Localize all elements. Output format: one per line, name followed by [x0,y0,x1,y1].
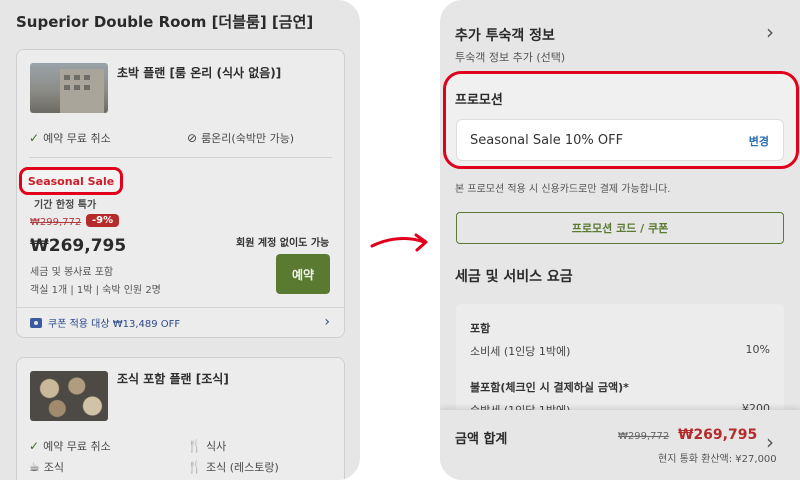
transition-arrow-icon [370,233,428,252]
feature-room-only: ⊘ 룸온리(숙박만 가능) [187,130,294,146]
feature-label: 예약 무료 취소 [43,132,111,145]
chevron-right-icon[interactable]: › [766,430,774,454]
fork-knife-icon: 🍴 [187,439,202,453]
tax-row-consumption: 소비세 (1인당 1박에) 10% [470,343,770,359]
total-price: ₩269,795 [678,427,758,443]
promo-code-coupon-button[interactable]: 프로모션 코드 / 쿠폰 [456,212,784,244]
plan-card-breakfast[interactable]: 조식 포함 플랜 [조식] ✓ 예약 무료 취소 🍴 식사 ☕ 조식 🍴 조식 … [16,357,345,480]
window-shape [74,85,80,90]
discounted-price: ₩269,795 [30,236,127,256]
change-promotion-link[interactable]: 변경 [749,133,769,149]
tax-included-heading: 포함 [470,322,491,335]
promotion-note: 본 프로모션 적용 시 신용카드로만 결제 가능합니다. [455,184,671,195]
screenshot-canvas: Superior Double Room [더블룸] [금연] 초박 플랜 [룸… [0,0,800,480]
coupon-eligible-row[interactable]: 쿠폰 적용 대상 ₩13,489 OFF › [17,307,344,337]
room-list-screen: Superior Double Room [더블룸] [금연] 초박 플랜 [룸… [0,0,360,480]
fork-knife-icon: 🍴 [187,460,202,474]
check-icon: ✓ [29,439,40,453]
promotion-value: Seasonal Sale 10% OFF [470,133,624,148]
divider [29,157,332,158]
coupon-icon [30,317,42,328]
no-account-note: 회원 계정 없이도 가능 [236,238,330,249]
feature-label: 조식 (레스토랑) [205,461,279,474]
total-original-price: ₩299,772 [618,431,670,442]
bread-icon: ☕ [29,460,40,474]
plan-title: 조식 포함 플랜 [조식] [117,372,229,386]
window-shape [84,75,90,80]
food-thumbnail [30,371,108,421]
chevron-right-icon[interactable]: › [766,20,774,44]
limited-offer-label: 기간 한정 특가 [34,200,97,211]
plan-title: 초박 플랜 [룸 온리 (식사 없음)] [117,66,282,80]
promotion-field[interactable]: Seasonal Sale 10% OFF 변경 [456,119,784,161]
coupon-text: 쿠폰 적용 대상 ₩13,489 OFF [48,319,181,330]
reserve-button[interactable]: 예약 [276,254,330,294]
extra-guest-title: 추가 투숙객 정보 [455,28,555,44]
total-label: 금액 합계 [455,432,508,447]
hotel-thumbnail [30,63,108,113]
booking-detail-screen: 추가 투숙객 정보 투숙객 정보 추가 (선택) › 프로모션 Seasonal… [440,0,800,480]
feature-label: 식사 [205,440,227,453]
feature-restaurant: 🍴 조식 (레스토랑) [187,459,279,475]
promotion-title: 프로모션 [455,93,503,108]
room-info: 객실 1개 | 1박 | 숙박 인원 2명 [30,285,161,296]
window-shape [64,85,70,90]
local-currency-amount: 현지 통화 환산액: ¥27,000 [658,454,777,465]
feature-free-cancel: ✓ 예약 무료 취소 [29,438,111,454]
feature-meal: 🍴 식사 [187,438,226,454]
tax-row-label: 소비세 (1인당 1박에) [470,345,571,358]
tax-panel: 포함 소비세 (1인당 1박에) 10% 불포함(체크인 시 결제하실 금액)*… [456,304,784,424]
feature-free-cancel: ✓ 예약 무료 취소 [29,130,111,146]
window-shape [74,75,80,80]
original-price: ₩299,772 [30,217,82,228]
seasonal-sale-badge: Seasonal Sale [19,167,123,195]
feature-label: 룸온리(숙박만 가능) [201,132,295,145]
feature-label: 예약 무료 취소 [43,440,111,453]
discount-badge: -9% [86,214,120,227]
check-icon: ✓ [29,131,40,145]
window-shape [64,75,70,80]
tax-section-title: 세금 및 서비스 요금 [455,269,573,285]
chevron-right-icon: › [324,314,330,330]
feature-label: 조식 [43,461,65,474]
tax-included-note: 세금 및 봉사료 포함 [30,267,114,278]
window-shape [84,85,90,90]
room-title: Superior Double Room [더블룸] [금연] [16,13,314,31]
extra-guest-subtitle: 투숙객 정보 추가 (선택) [455,51,566,64]
total-bar[interactable]: 금액 합계 ₩299,772 ₩269,795 현지 통화 환산액: ¥27,0… [440,410,800,480]
no-meal-icon: ⊘ [187,131,198,145]
tax-row-value: 10% [745,343,770,356]
feature-breakfast: ☕ 조식 [29,459,64,475]
tax-excluded-heading: 불포함(체크인 시 결제하실 금액)* [470,381,629,394]
